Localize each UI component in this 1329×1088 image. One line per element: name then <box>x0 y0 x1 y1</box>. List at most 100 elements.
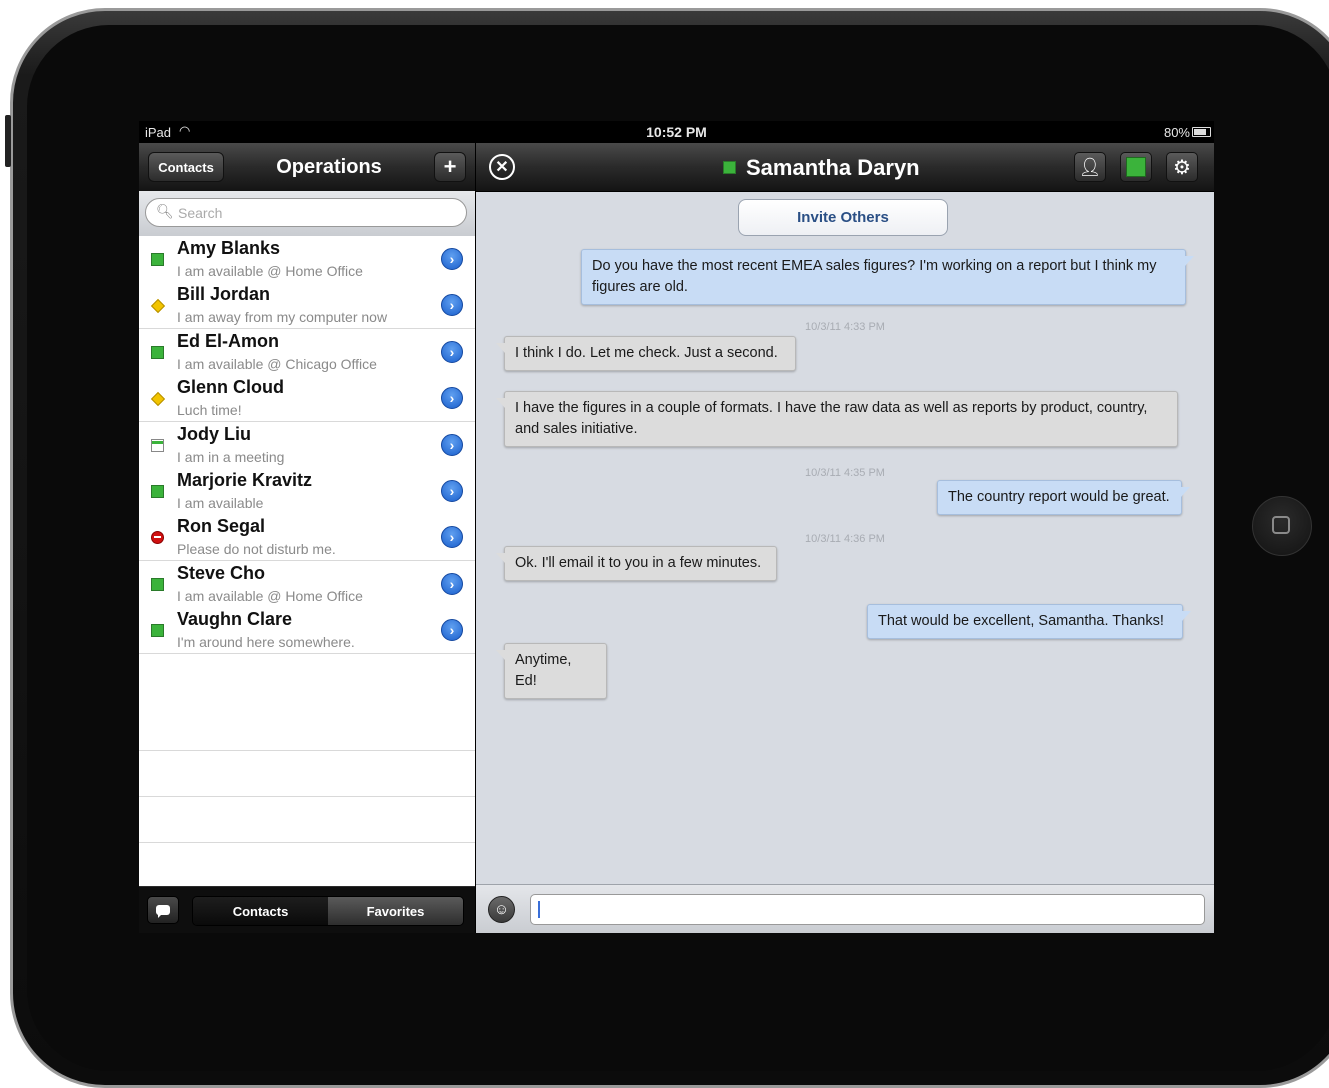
contacts-favorites-segmented-control: Contacts Favorites <box>192 896 464 926</box>
chevron-right-icon[interactable]: › <box>441 433 463 456</box>
contact-status-message: I am available <box>177 495 264 511</box>
contact-name: Bill Jordan <box>177 284 271 305</box>
tab-contacts[interactable]: Contacts <box>193 897 328 925</box>
available-status-icon <box>1126 157 1146 177</box>
outgoing-message-bubble: That would be excellent, Samantha. Thank… <box>867 604 1191 639</box>
smiley-icon: ☺ <box>493 901 510 918</box>
plus-icon: + <box>443 154 457 179</box>
search-placeholder: Search <box>178 205 223 221</box>
screen: iPad ◠ 10:52 PM 80% Contacts Operations … <box>139 121 1214 933</box>
battery-label: 80% <box>1163 125 1190 140</box>
contact-status-message: Please do not disturb me. <box>177 541 336 558</box>
contact-row[interactable]: Amy Blanks I am available @ Home Office › <box>139 236 475 283</box>
gear-icon: ⚙ <box>1173 156 1191 179</box>
chat-button[interactable] <box>147 896 179 924</box>
contacts-pane: Contacts Operations + 🔍︎ Search Amy Blan… <box>139 143 475 933</box>
close-circle-icon: ✕ <box>495 159 509 176</box>
search-input[interactable]: 🔍︎ Search <box>145 198 467 227</box>
contact-status-message: I am available @ Chicago Office <box>177 355 377 372</box>
contact-row[interactable]: Marjorie Kravitz I am available › <box>139 468 475 515</box>
contact-name: Ron Segal <box>177 516 266 537</box>
bottom-toolbar: Contacts Favorites <box>139 886 475 933</box>
chevron-right-icon[interactable]: › <box>441 294 463 317</box>
contact-status-message: I am available @ Home Office <box>177 263 363 279</box>
contact-name: Jody Liu <box>177 423 252 444</box>
away-status-icon <box>150 299 166 314</box>
contact-row[interactable]: Steve Cho I am available @ Home Office › <box>139 560 475 608</box>
chat-navbar: ✕ Samantha Daryn 👤︎ ⚙ <box>476 143 1214 192</box>
contact-row[interactable]: Ron Segal Please do not disturb me. › <box>139 514 475 562</box>
invite-others-button[interactable]: Invite Others <box>738 199 948 236</box>
home-button[interactable] <box>1252 496 1312 556</box>
contact-name: Marjorie Kravitz <box>177 470 313 490</box>
clock: 10:52 PM <box>646 124 707 140</box>
incoming-message-bubble: Anytime, Ed! <box>496 643 607 699</box>
contact-row[interactable]: Vaughn Clare I'm around here somewhere. › <box>139 607 475 655</box>
available-status-icon <box>151 577 164 591</box>
chevron-right-icon[interactable]: › <box>441 619 463 642</box>
contact-name: Amy Blanks <box>177 238 281 258</box>
meeting-status-icon <box>151 438 164 452</box>
device-side-button <box>5 115 11 167</box>
contacts-back-button[interactable]: Contacts <box>148 152 224 182</box>
contact-status-message: Luch time! <box>177 402 242 419</box>
chevron-right-icon[interactable]: › <box>441 572 463 595</box>
tab-favorites[interactable]: Favorites <box>328 897 463 925</box>
contact-status-message: I'm around here somewhere. <box>177 634 355 651</box>
chat-bubble-icon <box>156 905 170 918</box>
chat-partner-name: Samantha Daryn <box>746 155 920 180</box>
add-contact-button[interactable]: + <box>434 152 466 182</box>
contact-row[interactable]: Bill Jordan I am away from my computer no… <box>139 282 475 330</box>
chevron-right-icon[interactable]: › <box>441 248 463 270</box>
outgoing-message-bubble: The country report would be great. <box>937 480 1190 515</box>
contact-row[interactable]: Jody Liu I am in a meeting › <box>139 421 475 469</box>
message-timestamp: 10/3/11 4:35 PM <box>805 467 885 479</box>
empty-row <box>139 842 475 889</box>
search-bar: 🔍︎ Search <box>139 191 475 237</box>
contact-status-message: I am available @ Home Office <box>177 587 363 604</box>
available-status-icon <box>151 624 164 638</box>
outgoing-message-bubble: Do you have the most recent EMEA sales f… <box>581 249 1194 305</box>
contacts-navbar: Contacts Operations + <box>139 143 475 192</box>
contact-name: Vaughn Clare <box>177 609 293 630</box>
chat-pane: ✕ Samantha Daryn 👤︎ ⚙ Invite Others Do y… <box>476 143 1214 933</box>
chevron-right-icon[interactable]: › <box>441 526 463 549</box>
text-caret <box>538 901 540 918</box>
close-chat-button[interactable]: ✕ <box>489 154 515 180</box>
empty-row <box>139 796 475 843</box>
message-timestamp: 10/3/11 4:36 PM <box>805 533 885 545</box>
contact-status-message: I am in a meeting <box>177 448 285 465</box>
settings-button[interactable]: ⚙ <box>1166 152 1198 182</box>
status-bar: iPad ◠ 10:52 PM 80% <box>139 121 1214 143</box>
empty-row <box>139 750 475 797</box>
search-icon: 🔍︎ <box>156 203 174 219</box>
person-icon: 👤︎ <box>1078 156 1102 177</box>
incoming-message-bubble: I have the figures in a couple of format… <box>496 391 1178 447</box>
contact-name: Glenn Cloud <box>177 377 284 398</box>
message-input[interactable] <box>530 894 1205 925</box>
contact-status-message: I am away from my computer now <box>177 309 388 326</box>
chevron-right-icon[interactable]: › <box>441 340 463 363</box>
contact-row[interactable]: Ed El-Amon I am available @ Chicago Offic… <box>139 328 475 376</box>
contact-info-button[interactable]: 👤︎ <box>1074 152 1106 182</box>
presence-status-button[interactable] <box>1120 152 1152 182</box>
do-not-disturb-status-icon <box>151 531 164 545</box>
chevron-right-icon[interactable]: › <box>441 480 463 502</box>
empty-row <box>139 704 475 751</box>
message-timestamp: 10/3/11 4:33 PM <box>805 321 885 333</box>
chevron-right-icon[interactable]: › <box>441 387 463 410</box>
group-title: Operations <box>276 156 382 178</box>
battery-icon <box>1192 127 1211 137</box>
contact-name: Steve Cho <box>177 562 266 583</box>
available-status-icon <box>151 345 164 359</box>
message-compose-bar: ☺ <box>476 884 1214 933</box>
contact-name: Ed El-Amon <box>177 330 279 351</box>
available-status-icon <box>151 253 164 266</box>
incoming-message-bubble: I think I do. Let me check. Just a secon… <box>496 336 796 371</box>
contact-row[interactable]: Glenn Cloud Luch time! › <box>139 375 475 423</box>
emoji-button[interactable]: ☺ <box>488 896 515 923</box>
away-status-icon <box>150 392 166 407</box>
chat-status-indicator <box>723 161 736 174</box>
home-square-icon <box>1272 516 1290 534</box>
available-status-icon <box>151 485 164 498</box>
